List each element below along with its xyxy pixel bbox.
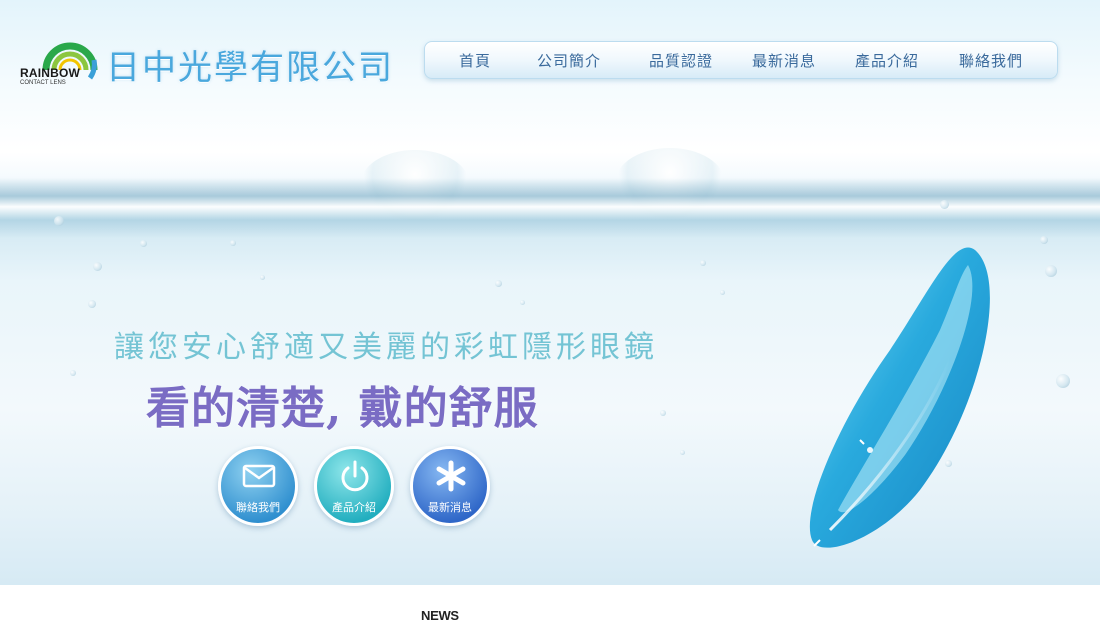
bubble xyxy=(140,240,147,247)
envelope-icon xyxy=(242,464,276,488)
bubble xyxy=(680,450,685,455)
logo-brand-text: RAINBOW xyxy=(20,66,81,80)
hero-slogan: 看的清楚, 戴的舒服 xyxy=(146,383,539,434)
water-surface xyxy=(0,178,1100,238)
bubble xyxy=(1040,236,1048,244)
products-button[interactable]: 產品介紹 xyxy=(314,446,394,526)
bubble xyxy=(520,300,525,305)
contact-lens-image xyxy=(809,247,990,548)
asterisk-icon xyxy=(436,460,466,492)
bubble xyxy=(1056,374,1070,388)
nav-contact[interactable]: 聯絡我們 xyxy=(959,42,1023,80)
bubble xyxy=(700,260,706,266)
main-nav: 首頁 公司簡介 品質認證 最新消息 產品介紹 聯絡我們 xyxy=(424,41,1058,79)
products-label: 產品介紹 xyxy=(332,501,376,514)
bubble xyxy=(720,290,725,295)
nav-news[interactable]: 最新消息 xyxy=(752,42,816,80)
bubble xyxy=(70,370,76,376)
logo-subtitle: CONTACT LENS xyxy=(20,80,66,86)
nav-certification[interactable]: 品質認證 xyxy=(649,42,713,80)
bubble xyxy=(93,262,102,271)
site-logo[interactable]: RAINBOW CONTACT LENS 日中光學有限公司 xyxy=(20,30,400,90)
nav-products[interactable]: 產品介紹 xyxy=(855,42,919,80)
bubble xyxy=(88,300,96,308)
bubble xyxy=(230,240,236,246)
bubble xyxy=(260,275,265,280)
bubble xyxy=(660,410,666,416)
hero-tagline: 讓您安心舒適又美麗的彩虹隱形眼鏡 xyxy=(114,330,658,365)
contact-us-button[interactable]: 聯絡我們 xyxy=(218,446,298,526)
news-label: 最新消息 xyxy=(428,501,472,514)
bubble xyxy=(1045,265,1057,277)
bubble xyxy=(54,216,64,226)
contact-us-label: 聯絡我們 xyxy=(236,501,280,514)
nav-about[interactable]: 公司簡介 xyxy=(537,42,601,80)
nav-home[interactable]: 首頁 xyxy=(459,42,491,80)
power-icon xyxy=(341,460,369,492)
news-button[interactable]: 最新消息 xyxy=(410,446,490,526)
news-heading: NEWS xyxy=(421,608,459,622)
company-name: 日中光學有限公司 xyxy=(106,48,394,88)
bubble xyxy=(495,280,502,287)
bubble xyxy=(940,200,949,209)
